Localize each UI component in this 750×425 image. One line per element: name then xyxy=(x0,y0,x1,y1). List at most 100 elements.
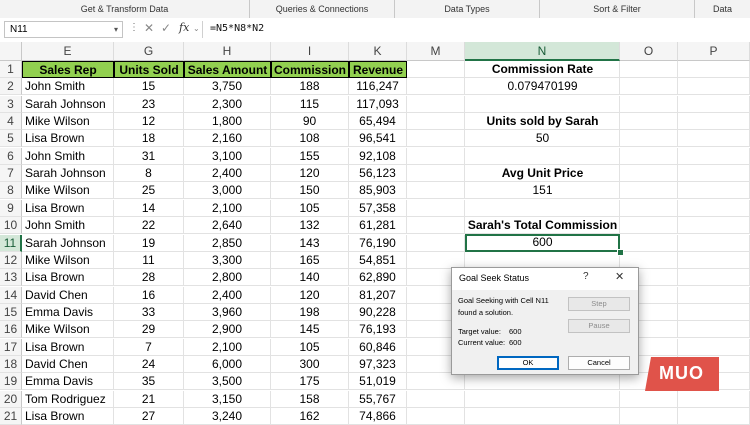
row-header-20[interactable]: 20 xyxy=(0,391,22,408)
ribbon-group-data-types[interactable]: Data Types xyxy=(395,0,540,18)
table-cell[interactable]: 15 xyxy=(114,78,184,95)
table-cell[interactable]: 27 xyxy=(114,408,184,425)
table-cell[interactable]: John Smith xyxy=(22,217,114,234)
empty-cell[interactable] xyxy=(620,113,678,130)
table-cell[interactable]: David Chen xyxy=(22,287,114,304)
table-cell[interactable]: 117,093 xyxy=(349,96,407,113)
table-cell[interactable]: John Smith xyxy=(22,148,114,165)
row-header-5[interactable]: 5 xyxy=(0,130,22,147)
empty-cell[interactable] xyxy=(407,200,465,217)
table-cell[interactable]: 158 xyxy=(271,391,349,408)
table-cell[interactable]: 3,000 xyxy=(184,182,271,199)
table-cell[interactable]: 90,228 xyxy=(349,304,407,321)
empty-cell[interactable] xyxy=(407,182,465,199)
empty-cell[interactable] xyxy=(620,217,678,234)
row-header-13[interactable]: 13 xyxy=(0,269,22,286)
empty-cell[interactable] xyxy=(407,217,465,234)
avg-price-value[interactable]: 151 xyxy=(465,182,620,199)
table-cell[interactable]: 3,150 xyxy=(184,391,271,408)
table-cell[interactable]: 3,300 xyxy=(184,252,271,269)
empty-cell[interactable] xyxy=(407,235,465,252)
table-cell[interactable]: 155 xyxy=(271,148,349,165)
row-header-17[interactable]: 17 xyxy=(0,339,22,356)
table-cell[interactable]: 1,800 xyxy=(184,113,271,130)
empty-cell[interactable] xyxy=(678,78,750,95)
empty-cell[interactable] xyxy=(465,96,620,113)
empty-cell[interactable] xyxy=(465,408,620,425)
empty-cell[interactable] xyxy=(407,130,465,147)
table-cell[interactable]: Mike Wilson xyxy=(22,252,114,269)
table-cell[interactable]: 22 xyxy=(114,217,184,234)
table-cell[interactable]: 143 xyxy=(271,235,349,252)
table-cell[interactable]: 90 xyxy=(271,113,349,130)
empty-cell[interactable] xyxy=(620,182,678,199)
cancel-button[interactable]: Cancel xyxy=(568,356,630,370)
empty-cell[interactable] xyxy=(620,165,678,182)
more-options-icon[interactable]: ⋮ xyxy=(129,22,139,33)
table-header-cell[interactable]: Commission xyxy=(271,61,349,78)
row-header-7[interactable]: 7 xyxy=(0,165,22,182)
table-cell[interactable]: 31 xyxy=(114,148,184,165)
empty-cell[interactable] xyxy=(620,78,678,95)
row-header-19[interactable]: 19 xyxy=(0,373,22,390)
ribbon-group-queries[interactable]: Queries & Connections xyxy=(250,0,395,18)
total-commission-label[interactable]: Sarah's Total Commission xyxy=(465,217,620,234)
table-cell[interactable]: 62,890 xyxy=(349,269,407,286)
row-header-9[interactable]: 9 xyxy=(0,200,22,217)
table-cell[interactable]: John Smith xyxy=(22,78,114,95)
empty-cell[interactable] xyxy=(407,61,465,78)
table-cell[interactable]: 120 xyxy=(271,287,349,304)
table-cell[interactable]: 61,281 xyxy=(349,217,407,234)
empty-cell[interactable] xyxy=(620,96,678,113)
chevron-down-icon[interactable]: ▾ xyxy=(114,22,118,37)
empty-cell[interactable] xyxy=(407,148,465,165)
table-cell[interactable]: Sarah Johnson xyxy=(22,96,114,113)
column-header-m[interactable]: M xyxy=(407,42,465,61)
empty-cell[interactable] xyxy=(407,373,465,390)
select-all-corner[interactable] xyxy=(0,42,22,61)
row-header-14[interactable]: 14 xyxy=(0,287,22,304)
empty-cell[interactable] xyxy=(678,252,750,269)
row-header-11[interactable]: 11 xyxy=(0,235,22,252)
empty-cell[interactable] xyxy=(465,148,620,165)
table-cell[interactable]: 2,100 xyxy=(184,200,271,217)
table-cell[interactable]: 54,851 xyxy=(349,252,407,269)
table-cell[interactable]: 76,193 xyxy=(349,321,407,338)
empty-cell[interactable] xyxy=(678,148,750,165)
empty-cell[interactable] xyxy=(465,200,620,217)
column-header-e[interactable]: E xyxy=(22,42,114,61)
empty-cell[interactable] xyxy=(678,182,750,199)
column-header-h[interactable]: H xyxy=(184,42,271,61)
table-cell[interactable]: 3,100 xyxy=(184,148,271,165)
table-cell[interactable]: Mike Wilson xyxy=(22,182,114,199)
table-cell[interactable]: 6,000 xyxy=(184,356,271,373)
row-header-21[interactable]: 21 xyxy=(0,408,22,425)
table-cell[interactable]: 21 xyxy=(114,391,184,408)
expand-chevron-icon[interactable]: ⌄ xyxy=(193,24,200,33)
row-header-1[interactable]: 1 xyxy=(0,61,22,78)
empty-cell[interactable] xyxy=(620,235,678,252)
table-cell[interactable]: 18 xyxy=(114,130,184,147)
empty-cell[interactable] xyxy=(678,235,750,252)
empty-cell[interactable] xyxy=(407,165,465,182)
table-cell[interactable]: Lisa Brown xyxy=(22,200,114,217)
table-cell[interactable]: 81,207 xyxy=(349,287,407,304)
table-cell[interactable]: 165 xyxy=(271,252,349,269)
active-cell-n11[interactable] xyxy=(465,234,620,252)
units-sarah-label[interactable]: Units sold by Sarah xyxy=(465,113,620,130)
empty-cell[interactable] xyxy=(407,96,465,113)
table-cell[interactable]: 55,767 xyxy=(349,391,407,408)
table-cell[interactable]: 24 xyxy=(114,356,184,373)
row-header-4[interactable]: 4 xyxy=(0,113,22,130)
table-cell[interactable]: Lisa Brown xyxy=(22,339,114,356)
table-header-cell[interactable]: Sales Amount xyxy=(184,61,271,78)
table-header-cell[interactable]: Sales Rep xyxy=(22,61,114,78)
close-icon[interactable]: ✕ xyxy=(615,270,624,283)
table-cell[interactable]: 2,850 xyxy=(184,235,271,252)
table-cell[interactable]: 29 xyxy=(114,321,184,338)
table-cell[interactable]: 14 xyxy=(114,200,184,217)
table-cell[interactable]: 74,866 xyxy=(349,408,407,425)
empty-cell[interactable] xyxy=(678,408,750,425)
table-cell[interactable]: 175 xyxy=(271,373,349,390)
table-cell[interactable]: 3,500 xyxy=(184,373,271,390)
